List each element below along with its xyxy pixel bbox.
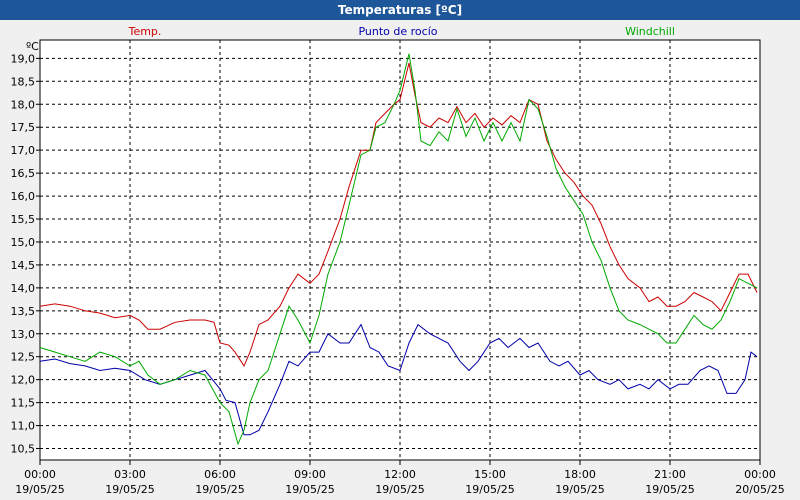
x-tick-date-label: 20/05/25: [735, 483, 784, 496]
x-tick-date-label: 19/05/25: [105, 483, 154, 496]
x-tick-time-label: 18:00: [564, 468, 596, 481]
x-tick-time-label: 09:00: [294, 468, 326, 481]
x-tick-time-label: 03:00: [114, 468, 146, 481]
temperature-chart: 19,0 18,5 18,0 17,5 17,0 16,5 16,0 15,5 15,0 14,5…: [11, 25, 785, 496]
x-tick-date-label: 19/05/25: [465, 483, 514, 496]
x-tick-time-label: 21:00: [654, 468, 686, 481]
y-tick-label: 12,5: [11, 351, 36, 364]
y-tick-label: 18,0: [11, 98, 36, 111]
y-tick-label: 19,0: [11, 52, 36, 65]
y-tick-label: 13,5: [11, 305, 36, 318]
x-tick-time-label: 00:00: [24, 468, 56, 481]
x-tick-date-label: 19/05/25: [195, 483, 244, 496]
y-tick-label: 10,5: [11, 443, 36, 456]
y-axis-label: ºC: [26, 40, 39, 53]
y-tick-label: 14,5: [11, 259, 36, 272]
y-tick-label: 11,0: [11, 420, 36, 433]
y-tick-label: 12,0: [11, 374, 36, 387]
x-tick-date-label: 19/05/25: [15, 483, 64, 496]
y-tick-label: 15,0: [11, 236, 36, 249]
legend-entry: Temp.: [128, 25, 162, 38]
y-tick-label: 17,5: [11, 121, 36, 134]
y-axis: 19,0 18,5 18,0 17,5 17,0 16,5 16,0 15,5 15,0 14,5…: [11, 52, 40, 456]
x-tick-time-label: 06:00: [204, 468, 236, 481]
y-tick-label: 16,0: [11, 190, 36, 203]
y-tick-label: 15,5: [11, 213, 36, 226]
chart-title: Temperaturas [ºC]: [0, 0, 800, 20]
y-tick-label: 11,5: [11, 397, 36, 410]
y-tick-label: 16,5: [11, 167, 36, 180]
x-tick-time-label: 12:00: [384, 468, 416, 481]
x-tick-time-label: 00:00: [744, 468, 776, 481]
y-tick-label: 17,0: [11, 144, 36, 157]
legend-entry: Punto de rocío: [358, 25, 437, 38]
y-tick-label: 14,0: [11, 282, 36, 295]
legend: Temp. Punto de rocío Windchill: [128, 25, 675, 38]
x-tick-time-label: 15:00: [474, 468, 506, 481]
y-tick-label: 13,0: [11, 328, 36, 341]
x-tick-date-label: 19/05/25: [285, 483, 334, 496]
x-tick-date-label: 19/05/25: [645, 483, 694, 496]
legend-entry: Windchill: [625, 25, 675, 38]
y-tick-label: 18,5: [11, 75, 36, 88]
x-tick-date-label: 19/05/25: [375, 483, 424, 496]
x-tick-date-label: 19/05/25: [555, 483, 604, 496]
x-axis: 00:00 19/05/25 03:00 19/05/25 06:00 19/05/25 0…: [15, 460, 785, 496]
